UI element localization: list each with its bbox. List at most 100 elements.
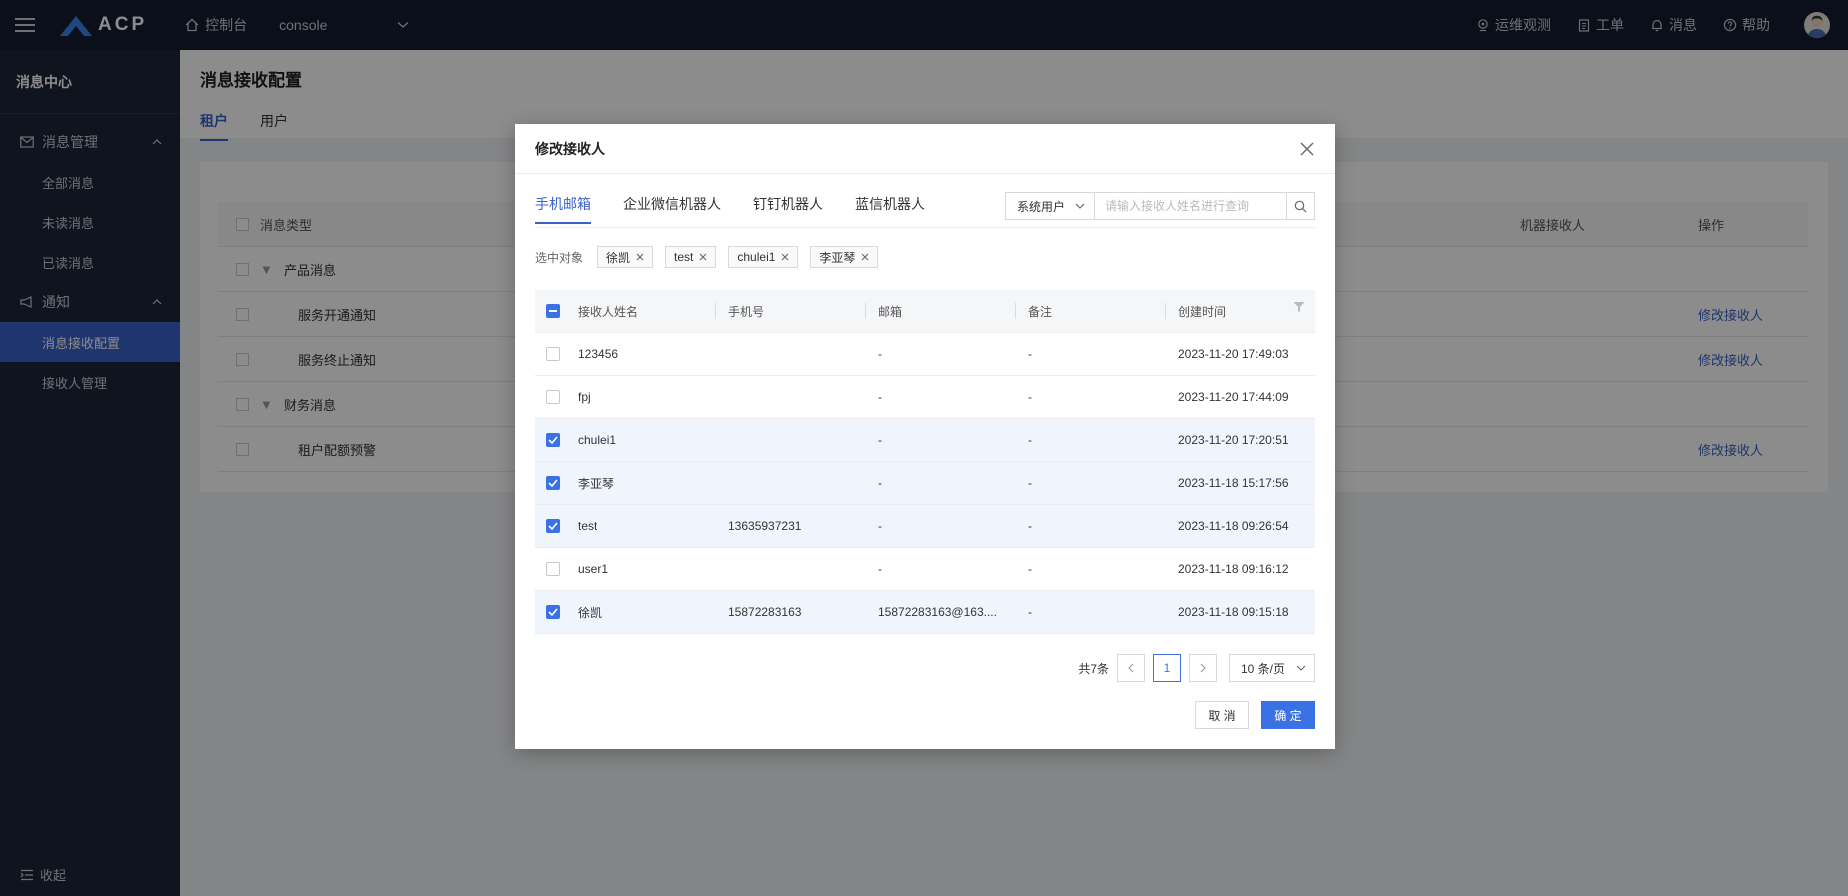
cell-note: - <box>1028 562 1032 576</box>
select-all-checkbox[interactable] <box>546 304 560 318</box>
cell-created-time: 2023-11-20 17:44:09 <box>1178 390 1289 404</box>
modal-footer: 取 消 确 定 <box>1195 701 1315 729</box>
pagination: 共7条 1 10 条/页 <box>1078 654 1315 682</box>
selected-tag: chulei1 <box>728 246 799 268</box>
selected-tag: 徐凯 <box>597 246 654 268</box>
cell-note: - <box>1028 476 1032 490</box>
cell-email: - <box>878 390 882 404</box>
prev-page-button[interactable] <box>1117 654 1145 682</box>
cell-receiver-name: test <box>578 519 598 533</box>
close-icon[interactable] <box>781 253 789 261</box>
edit-receiver-modal: 修改接收人 手机邮箱 企业微信机器人 钉钉机器人 蓝信机器人 系统用户 选中对象… <box>515 124 1335 749</box>
selected-objects-label: 选中对象 <box>535 250 584 265</box>
row-checkbox[interactable] <box>546 562 560 576</box>
confirm-button[interactable]: 确 定 <box>1261 701 1315 729</box>
cell-phone: 15872283163 <box>728 605 802 619</box>
column-divider <box>1165 303 1166 319</box>
modal-title: 修改接收人 <box>515 124 1335 174</box>
cell-created-time: 2023-11-18 15:17:56 <box>1178 476 1289 490</box>
cell-receiver-name: 徐凯 <box>578 605 603 620</box>
cell-phone: 13635937231 <box>728 519 802 533</box>
column-divider <box>715 303 716 319</box>
close-icon[interactable] <box>861 253 869 261</box>
chevron-left-icon <box>1128 663 1134 673</box>
user-type-select[interactable]: 系统用户 <box>1005 192 1095 220</box>
next-page-button[interactable] <box>1189 654 1217 682</box>
search-icon <box>1294 200 1307 212</box>
pagination-total: 共7条 <box>1078 661 1109 676</box>
receiver-table-header: 接收人姓名 手机号 邮箱 备注 创建时间 <box>535 290 1315 333</box>
cell-note: - <box>1028 433 1032 447</box>
tab-phone-email[interactable]: 手机邮箱 <box>535 194 591 224</box>
selected-tag-label: chulei1 <box>737 250 776 264</box>
selected-tag: test <box>665 246 717 268</box>
selected-tag-label: 徐凯 <box>606 250 631 265</box>
cell-note: - <box>1028 519 1032 533</box>
tabs-divider <box>535 227 1315 228</box>
header-note: 备注 <box>1028 304 1053 319</box>
cell-receiver-name: fpj <box>578 390 591 404</box>
table-row[interactable]: 123456 - - 2023-11-20 17:49:03 <box>535 333 1315 376</box>
tab-wecom-robot[interactable]: 企业微信机器人 <box>623 194 721 224</box>
cell-email: - <box>878 476 882 490</box>
cell-email: - <box>878 347 882 361</box>
cell-email: - <box>878 562 882 576</box>
selected-tag-label: 李亚琴 <box>819 250 856 265</box>
receiver-search: 系统用户 <box>1005 192 1315 220</box>
table-row[interactable]: 徐凯 15872283163 15872283163@163.... - 2023-11… <box>535 591 1315 634</box>
table-row[interactable]: test 13635937231 - - 2023-11-18 09:26:54 <box>535 505 1315 548</box>
cell-created-time: 2023-11-18 09:26:54 <box>1178 519 1289 533</box>
chevron-down-icon <box>1296 665 1306 671</box>
search-button[interactable] <box>1287 192 1315 220</box>
row-checkbox[interactable] <box>546 347 560 361</box>
page-size-value: 10 条/页 <box>1241 661 1286 676</box>
cell-note: - <box>1028 390 1032 404</box>
cell-created-time: 2023-11-20 17:49:03 <box>1178 347 1289 361</box>
header-receiver-name: 接收人姓名 <box>578 304 639 319</box>
user-type-select-value: 系统用户 <box>1017 199 1066 214</box>
selected-objects: 选中对象 徐凯 test chulei1 李亚琴 <box>535 246 879 268</box>
column-divider <box>865 303 866 319</box>
close-icon[interactable] <box>699 253 707 261</box>
tab-dingtalk-robot[interactable]: 钉钉机器人 <box>753 194 823 224</box>
tab-lanxin-robot[interactable]: 蓝信机器人 <box>855 194 925 224</box>
modal-tabs: 手机邮箱 企业微信机器人 钉钉机器人 蓝信机器人 <box>535 194 925 224</box>
cell-receiver-name: 李亚琴 <box>578 476 615 491</box>
cell-receiver-name: chulei1 <box>578 433 617 447</box>
close-icon[interactable] <box>636 253 644 261</box>
chevron-down-icon <box>1075 203 1085 209</box>
header-created-time: 创建时间 <box>1178 304 1227 319</box>
row-checkbox[interactable] <box>546 605 560 619</box>
cell-note: - <box>1028 605 1032 619</box>
cell-receiver-name: 123456 <box>578 347 619 361</box>
filter-icon[interactable] <box>1293 301 1305 316</box>
cell-created-time: 2023-11-20 17:20:51 <box>1178 433 1289 447</box>
cell-receiver-name: user1 <box>578 562 609 576</box>
table-row[interactable]: 李亚琴 - - 2023-11-18 15:17:56 <box>535 462 1315 505</box>
table-row[interactable]: user1 - - 2023-11-18 09:16:12 <box>535 548 1315 591</box>
selected-tag-label: test <box>674 250 694 264</box>
row-checkbox[interactable] <box>546 390 560 404</box>
selected-tag: 李亚琴 <box>810 246 879 268</box>
row-checkbox[interactable] <box>546 433 560 447</box>
chevron-right-icon <box>1200 663 1206 673</box>
cell-email: 15872283163@163.... <box>878 605 997 619</box>
header-phone: 手机号 <box>728 304 765 319</box>
table-row[interactable]: chulei1 - - 2023-11-20 17:20:51 <box>535 419 1315 462</box>
page-number[interactable]: 1 <box>1153 654 1181 682</box>
cell-email: - <box>878 519 882 533</box>
receiver-rows: 123456 - - 2023-11-20 17:49:03 fpj - - 2023-11-… <box>535 333 1315 634</box>
cell-created-time: 2023-11-18 09:16:12 <box>1178 562 1289 576</box>
column-divider <box>1015 303 1016 319</box>
search-input[interactable] <box>1095 192 1287 220</box>
close-icon[interactable] <box>1297 139 1317 159</box>
cell-created-time: 2023-11-18 09:15:18 <box>1178 605 1289 619</box>
cell-note: - <box>1028 347 1032 361</box>
row-checkbox[interactable] <box>546 519 560 533</box>
row-checkbox[interactable] <box>546 476 560 490</box>
table-row[interactable]: fpj - - 2023-11-20 17:44:09 <box>535 376 1315 419</box>
receiver-table: 接收人姓名 手机号 邮箱 备注 创建时间 123456 - - 2023-11-20 … <box>535 290 1315 634</box>
page-size-select[interactable]: 10 条/页 <box>1229 654 1315 682</box>
cell-email: - <box>878 433 882 447</box>
cancel-button[interactable]: 取 消 <box>1195 701 1249 729</box>
